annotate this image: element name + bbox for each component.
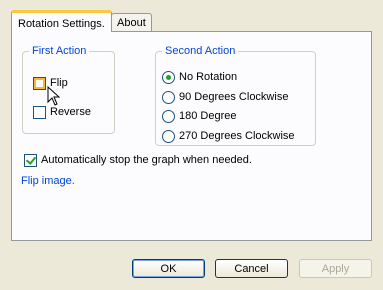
radio-90-degrees[interactable]: 90 Degrees Clockwise [162, 89, 288, 105]
radio-180-degree-button[interactable] [162, 109, 175, 123]
reverse-label: Reverse [50, 106, 91, 118]
tab-panel: First Action Flip Reverse Second Action … [11, 31, 372, 241]
reverse-checkbox-row[interactable]: Reverse [33, 104, 91, 120]
cancel-button[interactable]: Cancel [215, 259, 288, 278]
radio-270-degrees-label: 270 Degrees Clockwise [179, 130, 295, 142]
radio-180-degree-label: 180 Degree [179, 110, 237, 122]
reverse-checkbox[interactable] [33, 105, 46, 119]
radio-90-degrees-label: 90 Degrees Clockwise [179, 91, 289, 103]
tab-strip: Rotation Settings. About [0, 0, 383, 32]
tab-rotation-settings-label: Rotation Settings. [18, 18, 105, 30]
mouse-cursor-icon [47, 86, 61, 106]
description-text: Flip image. [21, 175, 75, 187]
first-action-title: First Action [29, 44, 90, 58]
radio-270-degrees-button[interactable] [162, 129, 175, 143]
ok-button[interactable]: OK [132, 259, 205, 278]
auto-stop-checkbox[interactable] [24, 153, 37, 167]
radio-no-rotation-button[interactable] [162, 70, 175, 84]
second-action-group: Second Action No Rotation 90 Degrees Clo… [155, 44, 316, 146]
second-action-title: Second Action [162, 44, 239, 58]
radio-90-degrees-button[interactable] [162, 90, 175, 104]
apply-button[interactable]: Apply [299, 259, 372, 278]
first-action-group: First Action Flip Reverse [22, 44, 115, 134]
radio-no-rotation[interactable]: No Rotation [162, 69, 237, 85]
auto-stop-label: Automatically stop the graph when needed… [41, 154, 252, 166]
tab-rotation-settings[interactable]: Rotation Settings. [11, 10, 112, 32]
radio-180-degree[interactable]: 180 Degree [162, 108, 237, 124]
auto-stop-checkbox-row[interactable]: Automatically stop the graph when needed… [24, 152, 252, 168]
flip-checkbox[interactable] [33, 76, 46, 90]
radio-270-degrees[interactable]: 270 Degrees Clockwise [162, 128, 295, 144]
tab-about-label: About [117, 17, 146, 29]
radio-no-rotation-label: No Rotation [179, 71, 238, 83]
tab-about[interactable]: About [111, 13, 152, 32]
